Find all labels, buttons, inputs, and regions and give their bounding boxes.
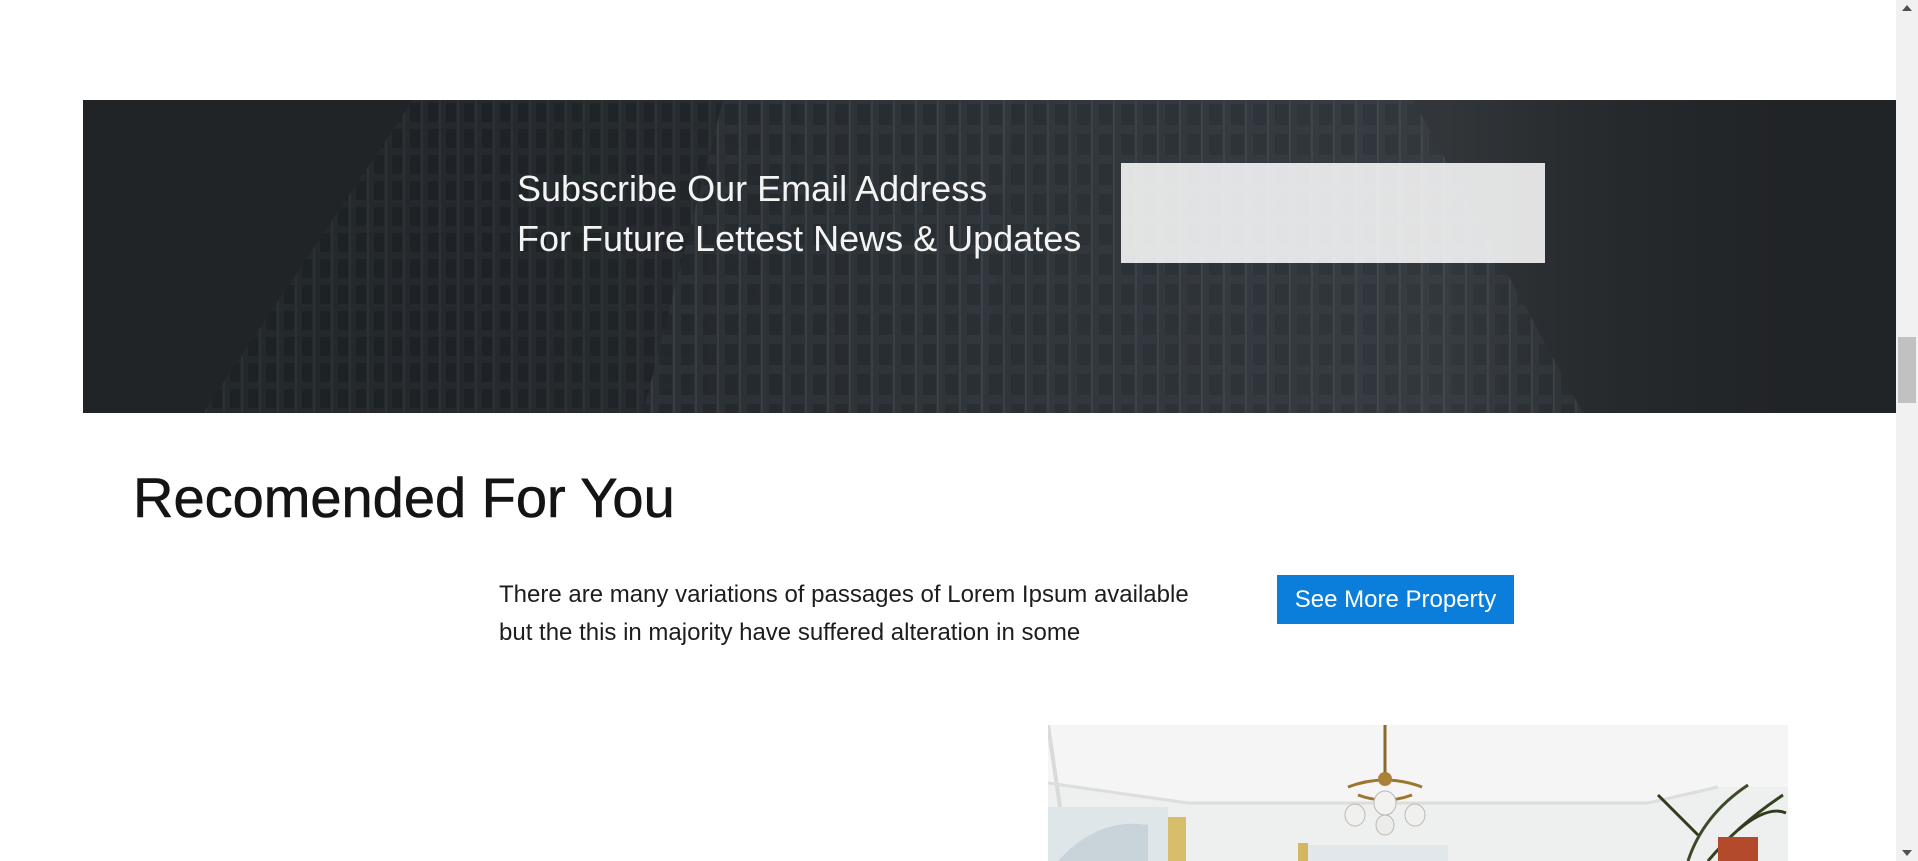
section-description-line1: There are many variations of passages of… bbox=[499, 581, 1189, 608]
vertical-scrollbar[interactable] bbox=[1896, 0, 1918, 861]
subscribe-heading-line2: For Future Lettest News & Updates bbox=[517, 218, 1082, 259]
property-image[interactable] bbox=[1048, 725, 1788, 861]
subscribe-banner: Subscribe Our Email Address For Future L… bbox=[83, 100, 1896, 413]
email-input[interactable] bbox=[1121, 163, 1545, 263]
scroll-down-arrow-icon[interactable] bbox=[1896, 845, 1918, 861]
section-description-line2: but the this in majority have suffered a… bbox=[499, 619, 1081, 646]
subscribe-heading: Subscribe Our Email Address For Future L… bbox=[517, 164, 1081, 264]
page-viewport: Subscribe Our Email Address For Future L… bbox=[0, 0, 1918, 861]
scrollbar-thumb[interactable] bbox=[1898, 337, 1916, 403]
section-title: Recomended For You bbox=[133, 466, 675, 530]
subscribe-heading-line1: Subscribe Our Email Address bbox=[517, 168, 988, 209]
see-more-property-button[interactable]: See More Property bbox=[1277, 575, 1514, 624]
interior-photo bbox=[1048, 725, 1788, 861]
scroll-up-arrow-icon[interactable] bbox=[1896, 0, 1918, 16]
section-description: There are many variations of passages of… bbox=[499, 576, 1219, 652]
